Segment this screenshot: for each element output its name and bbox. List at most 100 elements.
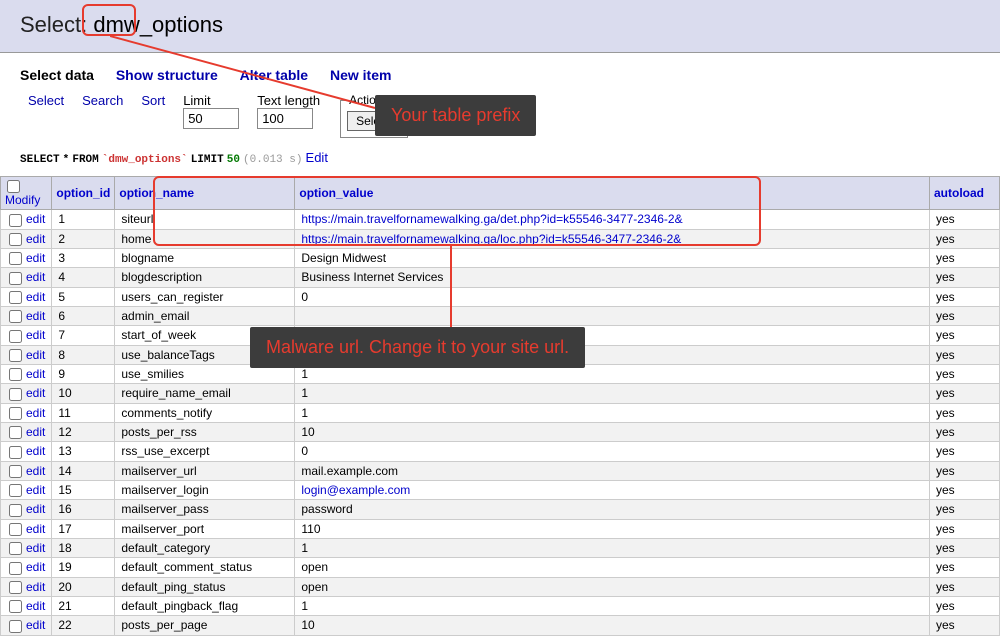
tab-show-structure[interactable]: Show structure	[116, 67, 218, 83]
cell-modify: edit	[1, 577, 52, 596]
row-checkbox[interactable]	[9, 465, 22, 478]
row-edit-link[interactable]: edit	[26, 425, 45, 439]
row-edit-link[interactable]: edit	[26, 232, 45, 246]
col-autoload-link[interactable]: autoload	[934, 186, 984, 200]
action-select-button[interactable]: Select	[347, 111, 398, 131]
options-table: Modify option_id option_name option_valu…	[0, 176, 1000, 636]
row-checkbox[interactable]	[9, 542, 22, 555]
row-edit-link[interactable]: edit	[26, 406, 45, 420]
cell-option-value-link[interactable]: login@example.com	[301, 483, 410, 497]
cell-option-id: 7	[52, 326, 115, 345]
row-edit-link[interactable]: edit	[26, 580, 45, 594]
cell-option-value: 1	[295, 596, 930, 615]
row-edit-link[interactable]: edit	[26, 560, 45, 574]
filter-sort[interactable]: Sort	[141, 93, 165, 108]
row-edit-link[interactable]: edit	[26, 522, 45, 536]
row-edit-link[interactable]: edit	[26, 502, 45, 516]
table-row: edit5users_can_register0yes	[1, 287, 1000, 306]
cell-option-value-link[interactable]: https://main.travelfornamewalking.ga/loc…	[301, 232, 681, 246]
col-option-value-link[interactable]: option_value	[299, 186, 373, 200]
table-row: edit22posts_per_page10yes	[1, 616, 1000, 635]
cell-modify: edit	[1, 210, 52, 229]
cell-option-id: 3	[52, 248, 115, 267]
col-option-value[interactable]: option_value	[295, 177, 930, 210]
row-checkbox[interactable]	[9, 620, 22, 633]
table-row: edit3blognameDesign Midwestyes	[1, 248, 1000, 267]
row-edit-link[interactable]: edit	[26, 599, 45, 613]
col-option-name-link[interactable]: option_name	[119, 186, 194, 200]
select-all-checkbox[interactable]	[7, 180, 20, 193]
row-edit-link[interactable]: edit	[26, 483, 45, 497]
row-edit-link[interactable]: edit	[26, 309, 45, 323]
tab-alter-table[interactable]: Alter table	[240, 67, 308, 83]
cell-modify: edit	[1, 538, 52, 557]
cell-option-id: 13	[52, 442, 115, 461]
cell-option-id: 4	[52, 268, 115, 287]
row-edit-link[interactable]: edit	[26, 618, 45, 632]
cell-option-name: mailserver_url	[115, 461, 295, 480]
cell-option-value: 0	[295, 442, 930, 461]
cell-autoload: yes	[930, 538, 1000, 557]
cell-modify: edit	[1, 229, 52, 248]
row-edit-link[interactable]: edit	[26, 444, 45, 458]
cell-option-value: 10	[295, 422, 930, 441]
cell-modify: edit	[1, 500, 52, 519]
row-checkbox[interactable]	[9, 330, 22, 343]
row-edit-link[interactable]: edit	[26, 212, 45, 226]
row-checkbox[interactable]	[9, 272, 22, 285]
cell-option-value: open	[295, 577, 930, 596]
row-checkbox[interactable]	[9, 349, 22, 362]
row-checkbox[interactable]	[9, 504, 22, 517]
row-checkbox[interactable]	[9, 368, 22, 381]
table-row: edit11comments_notify1yes	[1, 403, 1000, 422]
cell-modify: edit	[1, 558, 52, 577]
row-checkbox[interactable]	[9, 388, 22, 401]
cell-autoload: yes	[930, 596, 1000, 615]
cell-option-value	[295, 306, 930, 325]
row-edit-link[interactable]: edit	[26, 541, 45, 555]
row-edit-link[interactable]: edit	[26, 328, 45, 342]
cell-option-value: Business Internet Services	[295, 268, 930, 287]
row-edit-link[interactable]: edit	[26, 386, 45, 400]
row-checkbox[interactable]	[9, 581, 22, 594]
row-checkbox[interactable]	[9, 484, 22, 497]
col-option-id-link[interactable]: option_id	[56, 186, 110, 200]
cell-autoload: yes	[930, 403, 1000, 422]
sql-edit-link[interactable]: Edit	[306, 150, 328, 165]
filter-search[interactable]: Search	[82, 93, 123, 108]
cell-option-name: mailserver_login	[115, 480, 295, 499]
text-length-input[interactable]	[257, 108, 313, 129]
row-checkbox[interactable]	[9, 600, 22, 613]
row-edit-link[interactable]: edit	[26, 290, 45, 304]
row-checkbox[interactable]	[9, 214, 22, 227]
sql-star: *	[63, 154, 70, 166]
row-checkbox[interactable]	[9, 523, 22, 536]
cell-option-name: home	[115, 229, 295, 248]
col-option-name[interactable]: option_name	[115, 177, 295, 210]
row-edit-link[interactable]: edit	[26, 251, 45, 265]
cell-option-value-link[interactable]: https://main.travelfornamewalking.ga/det…	[301, 212, 682, 226]
cell-modify: edit	[1, 403, 52, 422]
row-checkbox[interactable]	[9, 310, 22, 323]
row-checkbox[interactable]	[9, 426, 22, 439]
cell-modify: edit	[1, 345, 52, 364]
col-autoload[interactable]: autoload	[930, 177, 1000, 210]
row-checkbox[interactable]	[9, 562, 22, 575]
tab-select-data[interactable]: Select data	[20, 67, 94, 83]
table-row: edit15mailserver_loginlogin@example.comy…	[1, 480, 1000, 499]
row-checkbox[interactable]	[9, 446, 22, 459]
table-row: edit4blogdescriptionBusiness Internet Se…	[1, 268, 1000, 287]
col-modify: Modify	[1, 177, 52, 210]
row-checkbox[interactable]	[9, 252, 22, 265]
row-edit-link[interactable]: edit	[26, 367, 45, 381]
row-checkbox[interactable]	[9, 233, 22, 246]
filter-select[interactable]: Select	[28, 93, 64, 108]
row-checkbox[interactable]	[9, 407, 22, 420]
row-edit-link[interactable]: edit	[26, 348, 45, 362]
row-checkbox[interactable]	[9, 291, 22, 304]
col-option-id[interactable]: option_id	[52, 177, 115, 210]
limit-input[interactable]	[183, 108, 239, 129]
tab-new-item[interactable]: New item	[330, 67, 391, 83]
row-edit-link[interactable]: edit	[26, 270, 45, 284]
row-edit-link[interactable]: edit	[26, 464, 45, 478]
